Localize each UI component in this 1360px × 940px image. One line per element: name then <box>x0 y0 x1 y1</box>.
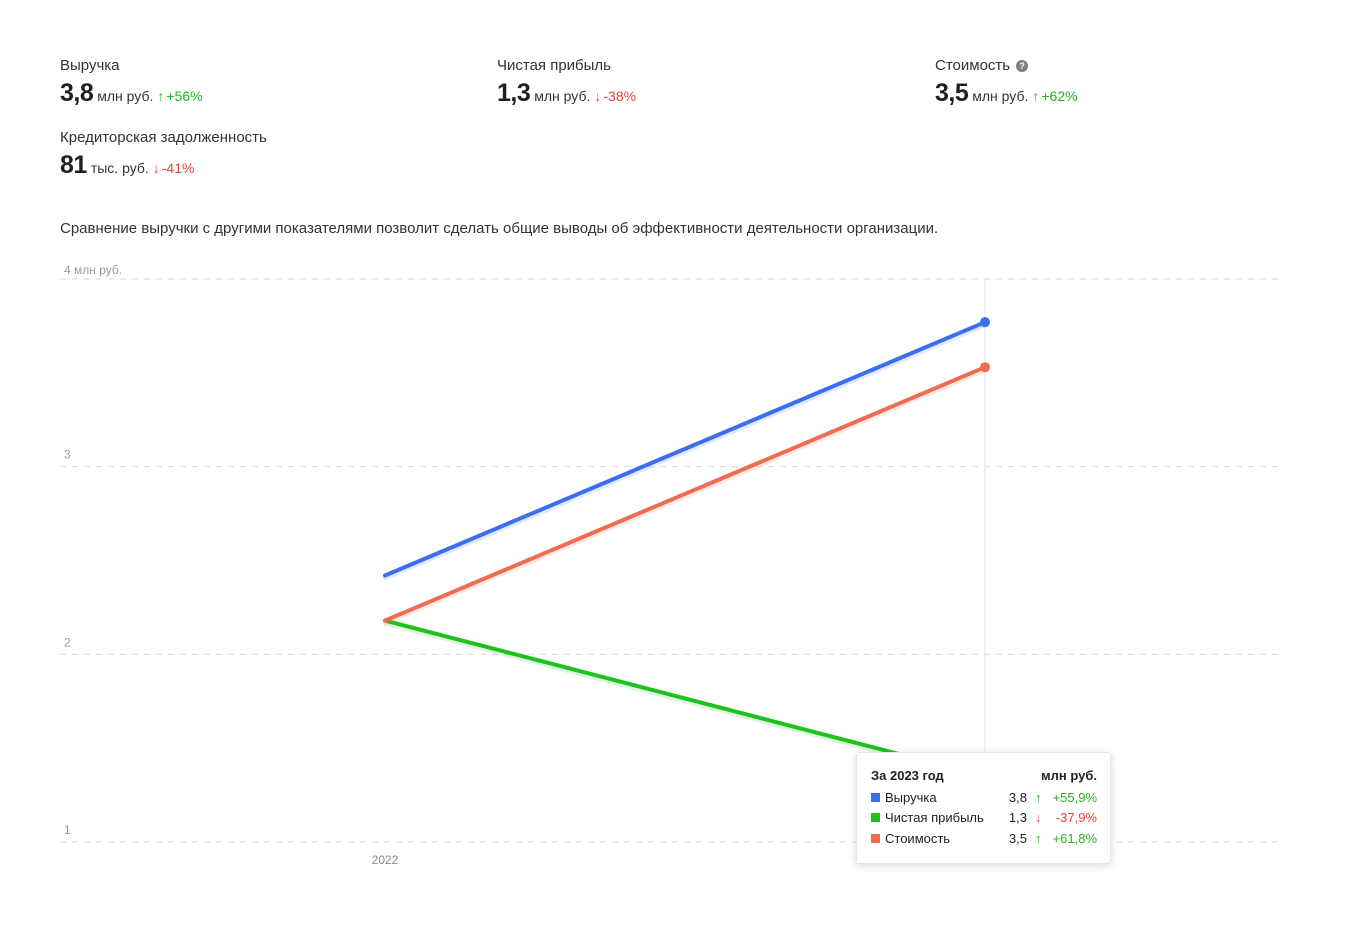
arrow-up-icon: ↑ <box>1035 830 1042 846</box>
tooltip-series-change: -37,9% <box>1055 810 1097 826</box>
tooltip-unit: млн руб. <box>1041 768 1097 783</box>
tooltip-series-name: Чистая прибыль <box>885 810 984 826</box>
chart-tooltip: За 2023 год млн руб. Выручка 3,8 ↑ +55,9… <box>856 752 1111 864</box>
series-line <box>383 365 987 623</box>
series-line <box>383 320 987 578</box>
tooltip-series-value: 3,5 <box>1008 830 1027 846</box>
tooltip-series-value: 1,3 <box>1008 810 1027 826</box>
legend-swatch <box>871 813 880 823</box>
arrow-up-icon: ↑ <box>1035 789 1042 805</box>
tooltip-series-name: Выручка <box>885 789 937 805</box>
series-point <box>980 362 990 373</box>
arrow-down-icon: ↓ <box>1035 810 1042 826</box>
y-tick-label: 3 <box>64 448 71 462</box>
legend-swatch <box>871 792 880 802</box>
line-chart[interactable]: 1 2 3 4 млн руб. 2022 <box>0 0 1360 940</box>
legend-swatch <box>871 833 880 843</box>
x-tick-label: 2022 <box>372 853 399 867</box>
tooltip-series-change: +55,9% <box>1052 789 1097 805</box>
tooltip-title: За 2023 год <box>871 768 944 783</box>
tooltip-row-cost: Стоимость 3,5 ↑ +61,8% <box>871 828 1097 849</box>
tooltip-row-revenue: Выручка 3,8 ↑ +55,9% <box>871 787 1097 808</box>
y-tick-label: 1 <box>64 823 71 837</box>
tooltip-row-net-profit: Чистая прибыль 1,3 ↓ -37,9% <box>871 808 1097 829</box>
y-tick-label: 2 <box>64 635 71 649</box>
tooltip-series-value: 3,8 <box>1008 789 1027 805</box>
tooltip-series-name: Стоимость <box>885 830 951 846</box>
series-point <box>980 317 990 328</box>
tooltip-series-change: +61,8% <box>1052 830 1097 846</box>
y-axis-label: 4 млн руб. <box>64 263 122 277</box>
series-line-shadow <box>383 368 987 626</box>
series-line-shadow <box>383 323 987 581</box>
